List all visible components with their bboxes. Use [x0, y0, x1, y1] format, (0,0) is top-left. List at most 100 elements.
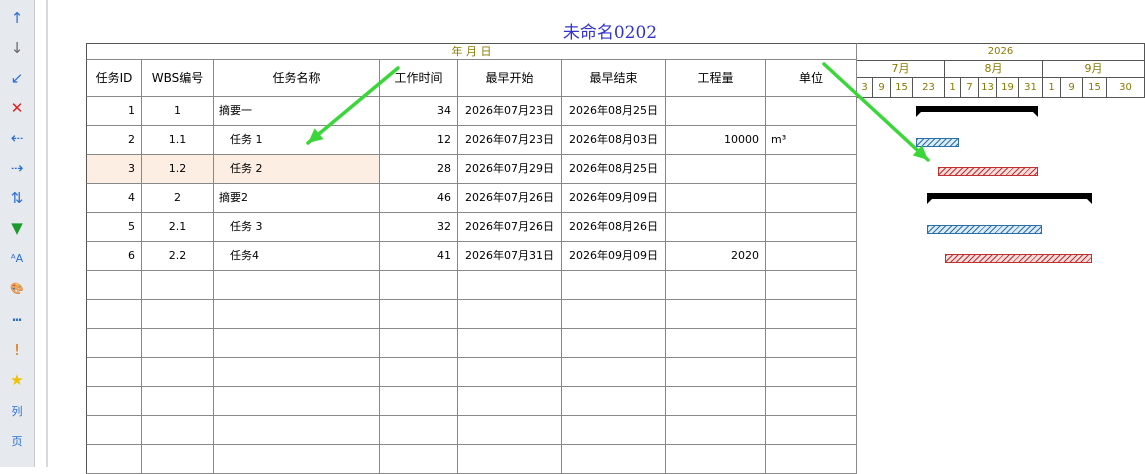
palette-button[interactable]: 🎨: [4, 276, 30, 300]
column-header-end[interactable]: 最早结束: [562, 60, 666, 97]
outdent-button[interactable]: ⇠: [4, 126, 30, 150]
empty-cell[interactable]: [214, 358, 380, 387]
cell-name[interactable]: 任务 3: [214, 213, 380, 242]
cell-duration[interactable]: 28: [380, 155, 458, 184]
empty-cell[interactable]: [214, 271, 380, 300]
gantt-summary-bar[interactable]: [926, 193, 1093, 204]
arrow-down-button[interactable]: ↓: [4, 36, 30, 60]
cell-start[interactable]: 2026年07月23日: [458, 126, 562, 155]
empty-cell[interactable]: [562, 329, 666, 358]
arrow-down-left-button[interactable]: ↙: [4, 66, 30, 90]
column-header-duration[interactable]: 工作时间: [380, 60, 458, 97]
cell-unit[interactable]: [766, 242, 857, 271]
empty-cell[interactable]: [562, 445, 666, 474]
page-button[interactable]: 页: [4, 429, 30, 453]
gantt-task-bar[interactable]: [926, 225, 1042, 234]
empty-cell[interactable]: [562, 300, 666, 329]
cell-qty[interactable]: [666, 155, 766, 184]
empty-cell[interactable]: [666, 300, 766, 329]
empty-cell[interactable]: [666, 271, 766, 300]
empty-cell[interactable]: [380, 445, 458, 474]
cell-wbs[interactable]: 2.2: [142, 242, 214, 271]
empty-cell[interactable]: [142, 445, 214, 474]
cell-name[interactable]: 摘要2: [214, 184, 380, 213]
empty-cell[interactable]: [766, 445, 857, 474]
empty-cell[interactable]: [214, 387, 380, 416]
cell-end[interactable]: 2026年08月25日: [562, 155, 666, 184]
empty-cell[interactable]: [666, 329, 766, 358]
cell-unit[interactable]: m³: [766, 126, 857, 155]
cell-unit[interactable]: [766, 97, 857, 126]
empty-cell[interactable]: [666, 416, 766, 445]
cell-id[interactable]: 5: [86, 213, 142, 242]
empty-cell[interactable]: [458, 300, 562, 329]
gantt-task-bar[interactable]: [916, 138, 960, 147]
filter-button[interactable]: ▼: [4, 216, 30, 240]
empty-cell[interactable]: [458, 416, 562, 445]
cell-end[interactable]: 2026年08月25日: [562, 97, 666, 126]
empty-cell[interactable]: [766, 300, 857, 329]
cell-unit[interactable]: [766, 213, 857, 242]
cell-wbs[interactable]: 1.1: [142, 126, 214, 155]
cell-name[interactable]: 任务 1: [214, 126, 380, 155]
cell-start[interactable]: 2026年07月31日: [458, 242, 562, 271]
cell-start[interactable]: 2026年07月26日: [458, 213, 562, 242]
empty-cell[interactable]: [142, 271, 214, 300]
indent-button[interactable]: ⇢: [4, 156, 30, 180]
cell-end[interactable]: 2026年08月03日: [562, 126, 666, 155]
cell-name[interactable]: 任务4: [214, 242, 380, 271]
cell-duration[interactable]: 12: [380, 126, 458, 155]
cell-id[interactable]: 4: [86, 184, 142, 213]
cell-name[interactable]: 任务 2: [214, 155, 380, 184]
font-size-button[interactable]: ᴬA: [4, 246, 30, 270]
empty-cell[interactable]: [766, 329, 857, 358]
delete-button[interactable]: ✕: [4, 96, 30, 120]
empty-cell[interactable]: [562, 387, 666, 416]
empty-cell[interactable]: [380, 271, 458, 300]
column-header-name[interactable]: 任务名称: [214, 60, 380, 97]
cell-qty[interactable]: [666, 184, 766, 213]
cell-end[interactable]: 2026年08月26日: [562, 213, 666, 242]
cell-id[interactable]: 6: [86, 242, 142, 271]
cell-duration[interactable]: 34: [380, 97, 458, 126]
cell-duration[interactable]: 32: [380, 213, 458, 242]
empty-cell[interactable]: [666, 387, 766, 416]
cell-start[interactable]: 2026年07月29日: [458, 155, 562, 184]
gantt-task-bar[interactable]: [944, 254, 1093, 263]
cell-wbs[interactable]: 1: [142, 97, 214, 126]
cell-unit[interactable]: [766, 155, 857, 184]
cell-duration[interactable]: 46: [380, 184, 458, 213]
empty-cell[interactable]: [142, 387, 214, 416]
empty-cell[interactable]: [766, 416, 857, 445]
column-header-wbs[interactable]: WBS编号: [142, 60, 214, 97]
cell-id[interactable]: 2: [86, 126, 142, 155]
empty-cell[interactable]: [766, 387, 857, 416]
empty-cell[interactable]: [214, 416, 380, 445]
empty-cell[interactable]: [86, 329, 142, 358]
empty-cell[interactable]: [766, 271, 857, 300]
empty-cell[interactable]: [380, 300, 458, 329]
cell-wbs[interactable]: 2: [142, 184, 214, 213]
empty-cell[interactable]: [86, 300, 142, 329]
empty-cell[interactable]: [458, 358, 562, 387]
empty-cell[interactable]: [142, 329, 214, 358]
cell-end[interactable]: 2026年09月09日: [562, 242, 666, 271]
empty-cell[interactable]: [458, 271, 562, 300]
cell-qty[interactable]: 2020: [666, 242, 766, 271]
empty-cell[interactable]: [562, 271, 666, 300]
cell-start[interactable]: 2026年07月26日: [458, 184, 562, 213]
pane-splitter[interactable]: [46, 0, 48, 467]
empty-cell[interactable]: [458, 329, 562, 358]
column-button[interactable]: 列: [4, 399, 30, 423]
empty-cell[interactable]: [142, 300, 214, 329]
empty-cell[interactable]: [214, 300, 380, 329]
column-header-start[interactable]: 最早开始: [458, 60, 562, 97]
cell-end[interactable]: 2026年09月09日: [562, 184, 666, 213]
swap-vertical-button[interactable]: ⇅: [4, 186, 30, 210]
exclamation-button[interactable]: !: [4, 338, 30, 362]
empty-cell[interactable]: [214, 329, 380, 358]
empty-cell[interactable]: [666, 445, 766, 474]
column-header-id[interactable]: 任务ID: [86, 60, 142, 97]
empty-cell[interactable]: [562, 416, 666, 445]
empty-cell[interactable]: [458, 445, 562, 474]
